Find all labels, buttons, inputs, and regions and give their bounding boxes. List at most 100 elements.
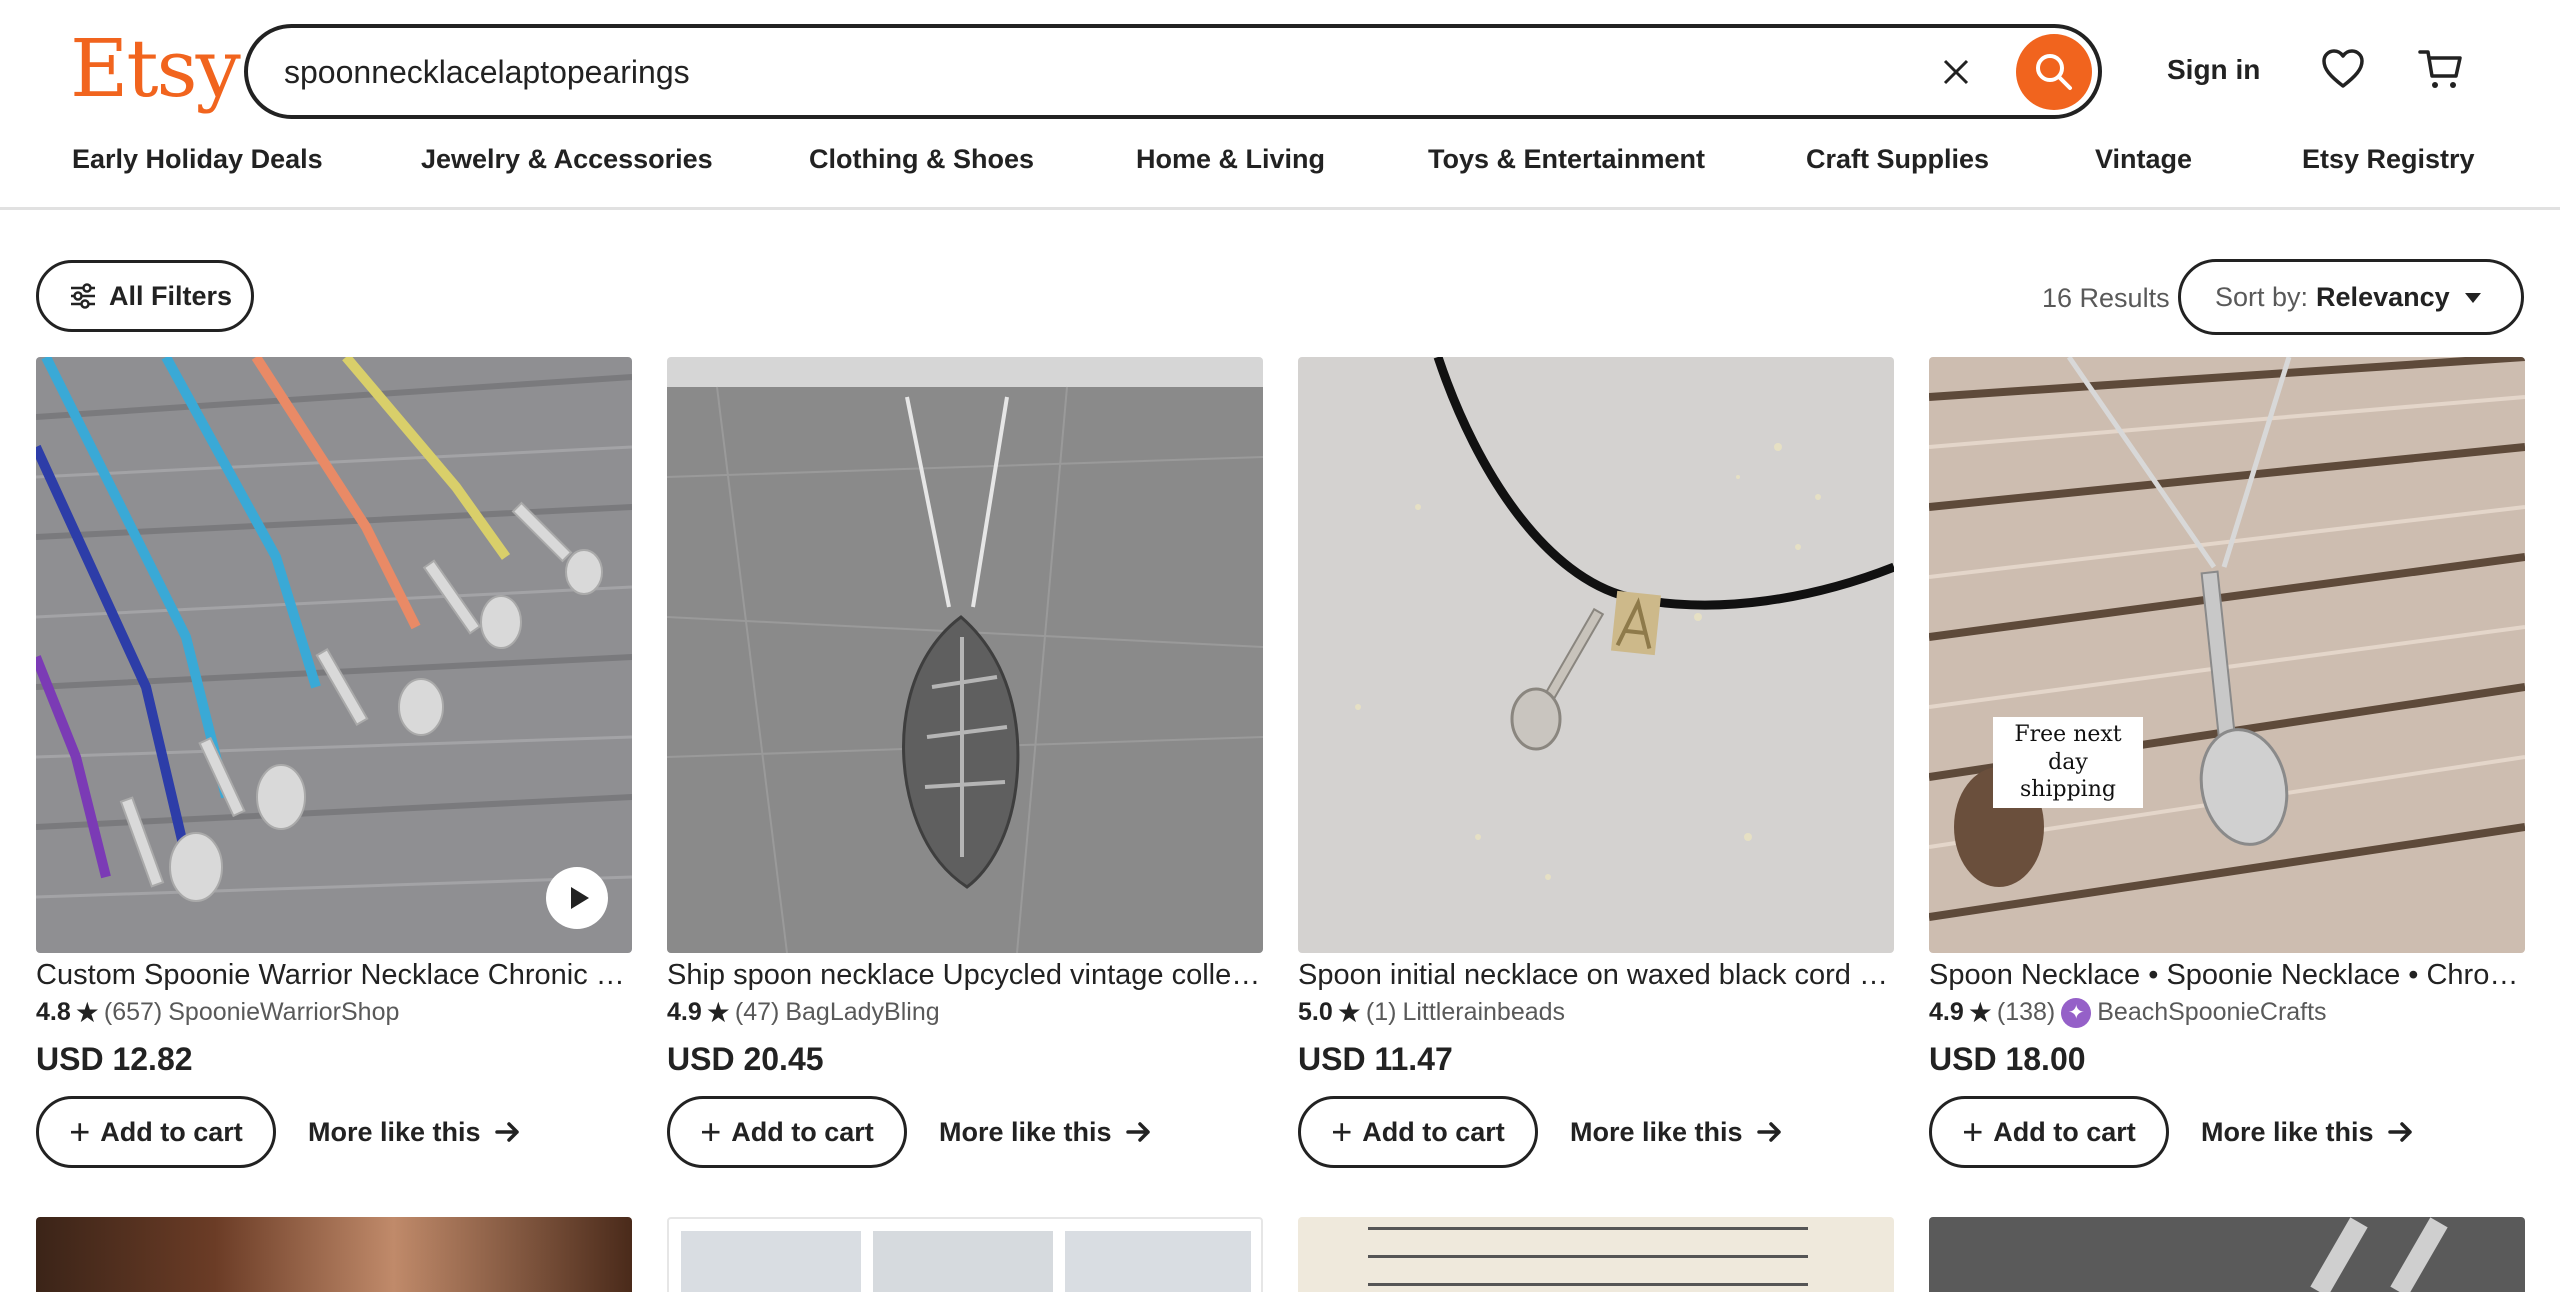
plus-icon: + xyxy=(700,1111,722,1152)
cart-icon[interactable] xyxy=(2416,44,2466,94)
star-seller-badge-icon: ✦ xyxy=(2061,997,2092,1028)
chain-detail xyxy=(2310,1217,2368,1292)
arrow-right-icon xyxy=(2387,1122,2412,1142)
product-shop-name[interactable]: BeachSpoonieCrafts xyxy=(2097,998,2326,1027)
plus-icon: + xyxy=(1962,1111,1984,1152)
more-like-this-label: More like this xyxy=(2201,1116,2374,1147)
product-photo-ship-spoon xyxy=(667,357,1263,953)
product-image[interactable] xyxy=(36,357,632,953)
nav-home-living[interactable]: Home & Living xyxy=(1136,144,1325,175)
add-to-cart-label: Add to cart xyxy=(1993,1116,2136,1147)
product-card: Spoon initial necklace on waxed black co… xyxy=(1298,357,1894,1168)
product-image[interactable] xyxy=(667,357,1263,953)
product-image-partial[interactable] xyxy=(667,1217,1263,1292)
free-shipping-overlay: Free next day shipping xyxy=(1993,717,2143,808)
book-text-line xyxy=(1368,1255,1808,1258)
thumbnail-tile xyxy=(1065,1231,1251,1292)
sign-in-link[interactable]: Sign in xyxy=(2167,54,2260,86)
add-to-cart-label: Add to cart xyxy=(1362,1116,1505,1147)
product-title[interactable]: Ship spoon necklace Upcycled vintage col… xyxy=(667,959,1263,992)
more-like-this-link[interactable]: More like this xyxy=(308,1117,521,1148)
star-icon: ★ xyxy=(1967,997,1993,1028)
etsy-logo[interactable]: Etsy xyxy=(70,22,241,115)
product-shop-name[interactable]: SpoonieWarriorShop xyxy=(168,998,399,1027)
product-shop-name[interactable]: Littlerainbeads xyxy=(1402,998,1565,1027)
favorites-heart-icon[interactable] xyxy=(2320,46,2366,92)
results-count: 16 Results xyxy=(2042,283,2170,313)
site-header: Etsy Sign in Early Holiday Deals Jewelry… xyxy=(0,0,2560,210)
more-like-this-link[interactable]: More like this xyxy=(939,1117,1152,1148)
search-submit-button[interactable] xyxy=(2016,34,2092,110)
product-actions: + Add to cart More like this xyxy=(667,1096,1263,1168)
more-like-this-label: More like this xyxy=(308,1116,481,1147)
product-rating: 5.0 xyxy=(1298,998,1333,1026)
product-review-count: (47) xyxy=(734,998,780,1026)
product-card: Custom Spoonie Warrior Necklace Chronic … xyxy=(36,357,632,1168)
nav-toys-entertainment[interactable]: Toys & Entertainment xyxy=(1428,144,1705,175)
play-icon xyxy=(570,887,589,909)
nav-vintage[interactable]: Vintage xyxy=(2095,144,2192,175)
product-card: Free next day shipping Spoon Necklace • … xyxy=(1929,357,2525,1168)
product-rating: 4.9 xyxy=(1929,998,1964,1026)
product-meta: 5.0 ★ (1) Littlerainbeads xyxy=(1298,996,1894,1029)
add-to-cart-button[interactable]: + Add to cart xyxy=(1929,1096,2169,1168)
clear-search-button[interactable] xyxy=(1934,50,1978,94)
sort-dropdown[interactable]: Sort by: Relevancy xyxy=(2178,259,2524,335)
add-to-cart-button[interactable]: + Add to cart xyxy=(667,1096,907,1168)
product-title[interactable]: Custom Spoonie Warrior Necklace Chronic … xyxy=(36,959,632,992)
product-image-partial[interactable] xyxy=(1298,1217,1894,1292)
nav-early-holiday-deals[interactable]: Early Holiday Deals xyxy=(72,144,323,175)
more-like-this-link[interactable]: More like this xyxy=(1570,1117,1783,1148)
product-photo-initial-spoon-necklace xyxy=(1298,357,1894,953)
product-rating: 4.9 xyxy=(667,998,702,1026)
product-rating: 4.8 xyxy=(36,998,71,1026)
arrow-right-icon xyxy=(1756,1122,1781,1142)
caret-down-icon xyxy=(2465,293,2481,303)
play-video-button[interactable] xyxy=(546,867,608,929)
more-like-this-link[interactable]: More like this xyxy=(2201,1117,2414,1148)
filter-sliders-icon xyxy=(71,283,95,309)
arrow-right-icon xyxy=(494,1122,519,1142)
book-text-line xyxy=(1368,1283,1808,1286)
nav-clothing-shoes[interactable]: Clothing & Shoes xyxy=(809,144,1034,175)
plus-icon: + xyxy=(69,1111,91,1152)
star-icon: ★ xyxy=(705,997,731,1028)
product-price: USD 12.82 xyxy=(36,1041,193,1077)
search-icon xyxy=(2036,54,2072,90)
product-actions: + Add to cart More like this xyxy=(1929,1096,2525,1168)
product-image-partial[interactable] xyxy=(1929,1217,2525,1292)
product-price: USD 11.47 xyxy=(1298,1041,1453,1077)
product-image[interactable] xyxy=(1298,357,1894,953)
product-actions: + Add to cart More like this xyxy=(36,1096,632,1168)
add-to-cart-label: Add to cart xyxy=(100,1116,243,1147)
product-review-count: (657) xyxy=(103,998,163,1026)
plus-icon: + xyxy=(1331,1111,1353,1152)
product-shop-name[interactable]: BagLadyBling xyxy=(785,998,939,1027)
star-icon: ★ xyxy=(1336,997,1362,1028)
all-filters-button[interactable]: All Filters xyxy=(36,260,254,332)
product-photo-spoonie-necklaces xyxy=(36,357,632,953)
product-title[interactable]: Spoon Necklace • Spoonie Necklace • Chro… xyxy=(1929,959,2525,992)
add-to-cart-label: Add to cart xyxy=(731,1116,874,1147)
product-title[interactable]: Spoon initial necklace on waxed black co… xyxy=(1298,959,1894,992)
product-card: Ship spoon necklace Upcycled vintage col… xyxy=(667,357,1263,1168)
nav-etsy-registry[interactable]: Etsy Registry xyxy=(2302,144,2475,175)
close-icon xyxy=(1943,59,1969,85)
sort-label: Sort by: xyxy=(2215,281,2309,312)
thumbnail-tile xyxy=(873,1231,1053,1292)
more-like-this-label: More like this xyxy=(1570,1116,1743,1147)
add-to-cart-button[interactable]: + Add to cart xyxy=(36,1096,276,1168)
more-like-this-label: More like this xyxy=(939,1116,1112,1147)
chain-detail xyxy=(2390,1217,2448,1292)
add-to-cart-button[interactable]: + Add to cart xyxy=(1298,1096,1538,1168)
search-input[interactable] xyxy=(284,46,1844,98)
product-price: USD 18.00 xyxy=(1929,1041,2086,1077)
product-meta: 4.9 ★ (138) ✦ BeachSpoonieCrafts xyxy=(1929,996,2525,1029)
arrow-right-icon xyxy=(1125,1122,1150,1142)
book-text-line xyxy=(1368,1227,1808,1230)
product-meta: 4.9 ★ (47) BagLadyBling xyxy=(667,996,1263,1029)
nav-jewelry-accessories[interactable]: Jewelry & Accessories xyxy=(421,144,713,175)
product-image-partial[interactable] xyxy=(36,1217,632,1292)
nav-craft-supplies[interactable]: Craft Supplies xyxy=(1806,144,1989,175)
product-image[interactable]: Free next day shipping xyxy=(1929,357,2525,953)
